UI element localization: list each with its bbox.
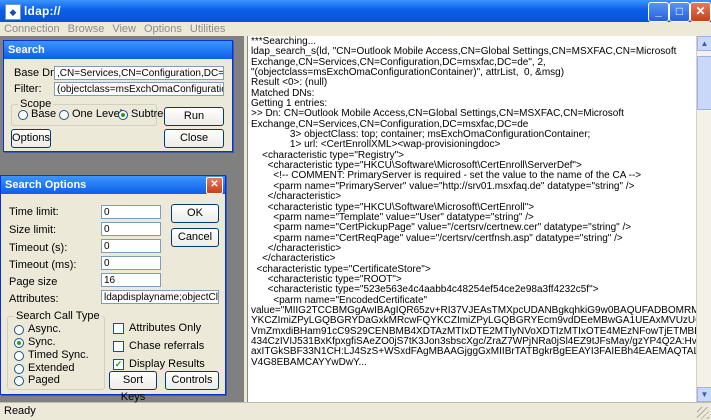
chase-referrals-label: Chase referrals	[129, 340, 205, 352]
menu-options[interactable]: Options	[140, 22, 186, 36]
ok-button[interactable]: OK	[171, 204, 219, 223]
output-line: Result <0>: (null)	[251, 77, 328, 89]
time-limit-label: Time limit:	[9, 206, 59, 218]
size-limit-field[interactable]: 0	[101, 222, 161, 236]
call-type-timed-label: Timed Sync.	[28, 349, 89, 361]
call-type-sync-radio[interactable]	[14, 338, 24, 348]
scope-onelevel-label: One Level	[72, 108, 123, 120]
call-type-paged-radio[interactable]	[14, 376, 24, 386]
display-results-checkbox[interactable]: ✓	[113, 359, 124, 370]
filter-field[interactable]: (objectclass=msExchOmaConfigurationConta…	[54, 82, 224, 96]
attributes-label: Attributes:	[9, 293, 59, 305]
base-dn-label: Base Dn:	[14, 67, 60, 79]
timeout-ms-field[interactable]: 0	[101, 256, 161, 270]
app-icon: ◆	[5, 4, 21, 20]
display-results-label: Display Results	[129, 358, 205, 370]
close-window-button[interactable]: ✕	[690, 2, 711, 22]
page-size-label: Page size	[9, 276, 58, 288]
maximize-button[interactable]: □	[669, 2, 690, 22]
status-bar: Ready	[0, 402, 711, 420]
scope-subtree-radio[interactable]	[118, 110, 128, 120]
search-dialog: Search Base Dn: ,CN=Services,CN=Configur…	[3, 40, 233, 152]
search-options-dialog: Search Options ✕ Time limit: 0 Size limi…	[0, 175, 226, 403]
call-type-sync-label: Sync.	[28, 336, 56, 348]
call-type-extended-label: Extended	[28, 362, 75, 374]
scope-group: Scope Base One Level Subtree	[11, 98, 170, 126]
time-limit-field[interactable]: 0	[101, 205, 161, 219]
run-button[interactable]: Run	[164, 107, 224, 126]
chase-referrals-checkbox[interactable]	[113, 341, 124, 352]
output-line: V4G8EBAMCAYYwDwY...	[251, 356, 367, 368]
output-line: <parm name="CertPickupPage" value="/cert…	[251, 222, 632, 234]
vertical-scrollbar[interactable]: ▲ ▼	[696, 36, 711, 402]
timeout-s-label: Timeout (s):	[9, 242, 68, 254]
attributes-only-checkbox[interactable]	[113, 323, 124, 334]
search-options-title-text: Search Options	[5, 179, 87, 191]
timeout-ms-label: Timeout (ms):	[9, 259, 77, 271]
window-title: ldap://	[24, 4, 61, 18]
output-line: </characteristic>	[251, 253, 336, 265]
controls-button[interactable]: Controls	[165, 371, 219, 390]
title-bar: ◆ ldap:// _ □ ✕	[0, 0, 711, 22]
menu-utilities[interactable]: Utilities	[186, 22, 229, 36]
size-limit-label: Size limit:	[9, 224, 57, 236]
call-type-paged-label: Paged	[28, 374, 60, 386]
scope-base-radio[interactable]	[18, 110, 28, 120]
call-type-extended-radio[interactable]	[14, 364, 24, 374]
scope-base-label: Base	[31, 108, 57, 120]
scope-onelevel-radio[interactable]	[59, 110, 69, 120]
output-text: ***Searching... ldap_search_s(ld, "CN=Out…	[251, 36, 697, 368]
search-dialog-title-text: Search	[8, 44, 45, 56]
resize-grip-icon[interactable]	[697, 407, 709, 419]
call-type-group: Search Call Type Async. Sync. Timed Sync…	[7, 310, 105, 390]
timeout-s-field[interactable]: 0	[101, 239, 161, 253]
attributes-only-label: Attributes Only	[129, 322, 202, 334]
menu-connection[interactable]: Connection	[0, 22, 64, 36]
page-size-field[interactable]: 16	[101, 273, 161, 287]
status-text: Ready	[4, 405, 36, 417]
close-icon[interactable]: ✕	[206, 177, 223, 194]
scroll-thumb[interactable]	[697, 56, 711, 110]
output-line: </characteristic>	[251, 191, 342, 203]
attributes-field[interactable]: ldapdisplayname;objectClass;url	[101, 290, 219, 304]
menu-browse[interactable]: Browse	[64, 22, 109, 36]
scroll-up-icon[interactable]: ▲	[697, 36, 711, 51]
menu-view[interactable]: View	[108, 22, 140, 36]
base-dn-field[interactable]: ,CN=Services,CN=Configuration,DC=	[54, 66, 224, 80]
search-options-title: Search Options ✕	[1, 176, 225, 194]
scroll-down-icon[interactable]: ▼	[697, 387, 711, 402]
call-type-async-label: Async.	[28, 323, 62, 335]
output-pane: ***Searching... ldap_search_s(ld, "CN=Out…	[247, 36, 697, 402]
call-type-label: Search Call Type	[14, 310, 102, 322]
minimize-button[interactable]: _	[648, 2, 669, 22]
search-dialog-title: Search	[4, 41, 232, 59]
menu-bar: Connection Browse View Options Utilities	[0, 22, 711, 36]
call-type-timed-radio[interactable]	[14, 351, 24, 361]
close-button[interactable]: Close	[164, 129, 224, 148]
sort-keys-button[interactable]: Sort Keys	[109, 371, 157, 403]
options-button[interactable]: Options	[11, 129, 51, 148]
call-type-async-radio[interactable]	[14, 325, 24, 335]
cancel-button[interactable]: Cancel	[171, 228, 219, 247]
filter-label: Filter:	[14, 83, 42, 95]
